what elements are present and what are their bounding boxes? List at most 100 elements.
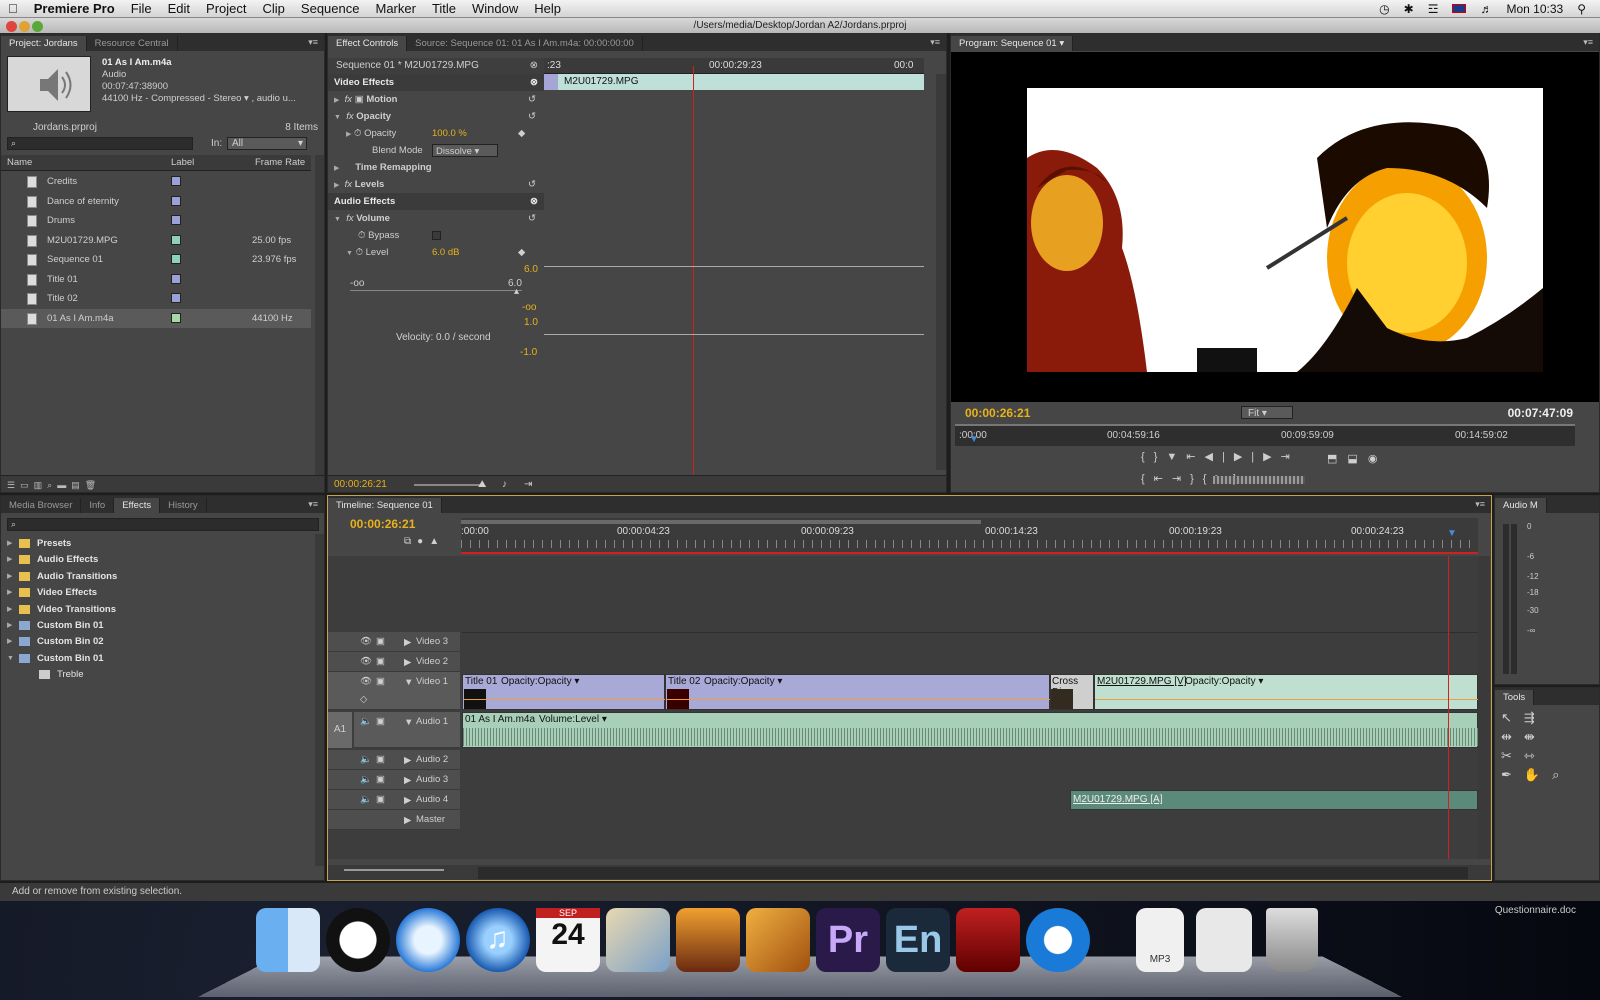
jog-shuttle[interactable] [1213, 476, 1305, 484]
toggle-icon[interactable]: ⊗ [530, 193, 538, 210]
panel-menu-icon[interactable]: ▾≡ [308, 499, 318, 510]
expand-icon[interactable]: ▶ [334, 182, 339, 189]
sync-icon[interactable]: ▣ [376, 794, 385, 805]
collapse-icon[interactable]: ▼ [346, 250, 353, 257]
opacity-line[interactable] [1095, 699, 1479, 700]
project-scrollbar[interactable] [315, 155, 324, 475]
label-swatch[interactable] [171, 176, 181, 186]
razor-icon[interactable]: ✂ [1501, 748, 1524, 763]
project-item[interactable]: Drums [1, 211, 311, 230]
menu-sequence[interactable]: Sequence [293, 0, 368, 18]
track-select-icon[interactable]: ⇶ [1524, 710, 1547, 725]
effects-item[interactable]: ▶ Custom Bin 01 [1, 618, 311, 634]
panel-menu-icon[interactable]: ▾≡ [1583, 37, 1593, 48]
photo-booth-icon[interactable] [676, 908, 740, 972]
expand-icon[interactable]: ▶ [7, 618, 12, 634]
tab-source[interactable]: Source: Sequence 01: 01 As I Am.m4a: 00:… [407, 36, 643, 51]
go-out-icon[interactable]: ⇥ [1281, 451, 1299, 463]
opacity-value[interactable]: 100.0 % [432, 125, 467, 142]
hand-icon[interactable]: ✋ [1524, 767, 1552, 782]
effects-item[interactable]: ▶ Audio Effects [1, 552, 311, 568]
stopwatch-icon[interactable]: ⏱ [354, 128, 361, 139]
ec-toggle-icon[interactable]: ⊗ [530, 58, 538, 74]
timeline-playhead[interactable] [1448, 556, 1449, 859]
expand-icon[interactable]: ▶ [346, 131, 351, 138]
tab-tools[interactable]: Tools [1495, 690, 1535, 705]
project-item[interactable]: 01 As I Am.m4a 44100 Hz [1, 308, 311, 328]
collapse-icon[interactable]: ▼ [334, 216, 341, 223]
reset-icon[interactable]: ↺ [528, 108, 536, 125]
motion-row[interactable]: ▶ fx ▣ Motion ↺ [328, 91, 544, 108]
itunes-icon[interactable]: ♫ [466, 908, 530, 972]
premiere-icon[interactable]: Pr [816, 908, 880, 972]
expand-icon[interactable]: ▶ [404, 637, 411, 648]
toggle-icon[interactable]: ⊗ [530, 74, 538, 91]
new-item-icon[interactable]: ▤ [71, 480, 80, 490]
delete-icon[interactable]: 🗑 [85, 480, 96, 490]
speaker-icon[interactable]: 🔈 [360, 774, 372, 785]
project-item[interactable]: Title 02 [1, 289, 311, 308]
menu-title[interactable]: Title [424, 0, 464, 18]
volume-row[interactable]: ▼ fx Volume ↺ [328, 210, 544, 227]
expand-icon[interactable]: ▶ [334, 97, 339, 104]
automate-icon[interactable]: ▥ [34, 480, 43, 490]
expand-icon[interactable]: ▼ [7, 651, 14, 667]
flag-icon[interactable] [1452, 4, 1467, 13]
tab-timeline[interactable]: Timeline: Sequence 01 [328, 498, 442, 513]
loop-icon[interactable]: ⇥ [524, 476, 532, 492]
slip-icon[interactable]: ⇿ [1524, 748, 1547, 763]
keyframe-icon[interactable]: ◆ [518, 244, 525, 261]
collapse-icon[interactable]: ▼ [334, 114, 341, 121]
set-marker-icon[interactable]: ▲ [429, 536, 445, 547]
expand-icon[interactable]: ▶ [404, 657, 411, 668]
speaker-icon[interactable]: 🔈 [360, 716, 372, 727]
reset-icon[interactable]: ↺ [528, 210, 536, 227]
label-swatch[interactable] [171, 293, 181, 303]
project-item[interactable]: M2U01729.MPG 25.00 fps [1, 231, 311, 250]
program-ruler[interactable]: :00:00 00:04:59:16 00:09:59:09 00:14:59:… [955, 424, 1575, 446]
finder-icon[interactable] [256, 908, 320, 972]
tab-effects[interactable]: Effects [114, 498, 161, 513]
clip-m2u01729-audio[interactable]: M2U01729.MPG [A] [1070, 790, 1478, 810]
expand-icon[interactable]: ▶ [7, 585, 12, 601]
zoom-in-icon[interactable]: ⛰ [478, 476, 486, 492]
clip-title-02[interactable]: Title 02 Opacity:Opacity ▾ [665, 674, 1051, 710]
expand-icon[interactable]: ▶ [404, 815, 411, 826]
dashboard-icon[interactable] [326, 908, 390, 972]
effects-item[interactable]: ▶ Video Transitions [1, 602, 311, 618]
ec-timecode[interactable]: 00:00:26:21 [334, 479, 387, 490]
opacity-line[interactable] [666, 699, 1051, 700]
bypass-checkbox[interactable] [432, 231, 441, 240]
playhead-icon[interactable]: ▼ [969, 434, 979, 445]
iphoto-icon[interactable] [606, 908, 670, 972]
keyframe-toggle-icon[interactable]: ◇ [360, 694, 367, 705]
label-swatch[interactable] [171, 254, 181, 264]
sync-icon[interactable]: ▣ [376, 774, 385, 785]
playhead-icon[interactable]: ▼ [1447, 528, 1457, 539]
film-icon[interactable]: ▣ [376, 636, 385, 647]
film-icon[interactable]: ▣ [376, 676, 385, 687]
clip-m2u01729-video[interactable]: M2U01729.MPG [V] Opacity:Opacity ▾ [1094, 674, 1479, 710]
project-item[interactable]: Dance of eternity [1, 192, 311, 211]
desktop-file-label[interactable]: Questionnaire.doc [1495, 905, 1576, 916]
go-out-mark-icon[interactable]: ⇥} [1172, 473, 1203, 485]
safari-icon[interactable] [396, 908, 460, 972]
icon-view-icon[interactable]: ▭ [20, 480, 29, 490]
step-forward-icon[interactable]: |▶ [1251, 451, 1280, 463]
time-machine-icon[interactable]: ◷ [1379, 2, 1389, 16]
tab-info[interactable]: Info [81, 498, 115, 513]
tab-resource-central[interactable]: Resource Central [87, 36, 178, 51]
ec-zoom-slider[interactable] [414, 484, 484, 486]
in-dropdown[interactable]: All ▾ [227, 137, 307, 150]
expand-icon[interactable]: ▶ [7, 634, 12, 650]
wifi-icon[interactable]: ☲ [1428, 2, 1439, 16]
effects-search-input[interactable]: ⌕ [7, 518, 319, 531]
front-row-icon[interactable] [956, 908, 1020, 972]
timeline-vscroll[interactable] [1478, 556, 1490, 859]
transition-cross-dissolve[interactable]: Cross Dis [1050, 674, 1094, 710]
stopwatch-icon[interactable]: ⏱ [358, 230, 365, 241]
level-slider[interactable] [350, 290, 522, 291]
step-back-icon[interactable]: ⇤ [1186, 451, 1204, 463]
work-area-bar[interactable] [461, 520, 981, 524]
add-marker-icon[interactable]: ● [417, 536, 429, 547]
